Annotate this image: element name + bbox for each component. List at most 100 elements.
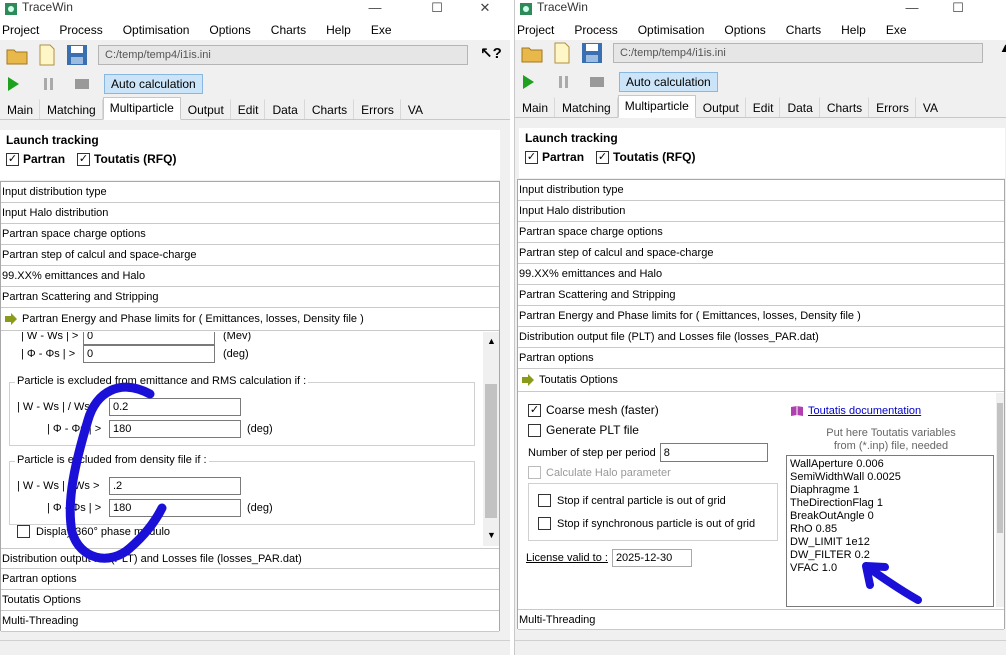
section-partran-options[interactable]: Partran options — [1, 569, 499, 590]
content-scrollbar[interactable]: ▲ ▼ — [483, 332, 499, 546]
menu-charts[interactable]: Charts — [269, 23, 314, 37]
g2-phi-field[interactable]: 180 — [109, 499, 241, 517]
menu-process[interactable]: Process — [57, 23, 110, 37]
section-space-charge[interactable]: Partran space charge options — [1, 224, 499, 245]
section-distribution-output[interactable]: Distribution output file (PLT) and Losse… — [1, 548, 499, 569]
menu-exe[interactable]: Exe — [884, 23, 915, 37]
tab-multiparticle[interactable]: Multiparticle — [102, 97, 181, 120]
tab-multiparticle[interactable]: Multiparticle — [617, 95, 696, 118]
tab-edit[interactable]: Edit — [746, 97, 781, 117]
tab-errors[interactable]: Errors — [354, 99, 401, 119]
toutatis-checkbox[interactable]: ✓ — [77, 152, 91, 166]
new-file-icon[interactable] — [34, 42, 60, 68]
section-step-calcul[interactable]: Partran step of calcul and space-charge — [1, 245, 499, 266]
generate-plt-checkbox[interactable] — [528, 423, 541, 437]
menu-exe[interactable]: Exe — [369, 23, 400, 37]
stop-icon[interactable] — [589, 74, 605, 90]
section-partran-options[interactable]: Partran options — [518, 348, 1004, 369]
menu-optimisation[interactable]: Optimisation — [636, 23, 713, 37]
toutatis-doc-link[interactable]: Toutatis documentation — [808, 405, 921, 417]
close-icon[interactable]: ✕ — [470, 0, 500, 16]
menu-optimisation[interactable]: Optimisation — [121, 23, 198, 37]
toutatis-checkbox[interactable]: ✓ — [596, 150, 610, 164]
menu-options[interactable]: Options — [722, 23, 773, 37]
tab-matching[interactable]: Matching — [555, 97, 618, 117]
play-icon[interactable] — [521, 74, 535, 90]
partran-checkbox[interactable]: ✓ — [6, 152, 19, 166]
phi-field-top[interactable]: 0 — [83, 345, 215, 363]
minimize-icon[interactable]: — — [360, 0, 390, 15]
g1-phi-field[interactable]: 180 — [109, 420, 241, 438]
minimize-icon[interactable]: — — [897, 0, 927, 15]
tab-output[interactable]: Output — [181, 99, 231, 119]
menu-help[interactable]: Help — [839, 23, 874, 37]
menu-project[interactable]: Project — [0, 23, 47, 37]
stop-central-checkbox[interactable] — [538, 494, 551, 507]
section-toutatis-options[interactable]: Toutatis Options — [518, 369, 1004, 392]
ini-path-field[interactable]: C:/temp/temp4/i1is.ini — [98, 45, 468, 65]
section-scattering[interactable]: Partran Scattering and Stripping — [518, 285, 1004, 306]
save-icon[interactable] — [579, 40, 605, 66]
tab-charts[interactable]: Charts — [820, 97, 870, 117]
pause-icon[interactable] — [557, 74, 571, 90]
tab-main[interactable]: Main — [515, 97, 556, 117]
open-folder-icon[interactable] — [519, 40, 545, 66]
context-help-icon[interactable]: ↖? — [480, 44, 502, 62]
menu-process[interactable]: Process — [572, 23, 625, 37]
tab-edit[interactable]: Edit — [231, 99, 266, 119]
steps-field[interactable]: 8 — [659, 443, 768, 462]
toutatis-variables-textarea[interactable]: WallAperture 0.006 SemiWidthWall 0.0025 … — [786, 455, 994, 607]
section-emittances-halo[interactable]: 99.XX% emittances and Halo — [1, 266, 499, 287]
display-360-checkbox[interactable] — [17, 525, 30, 538]
tab-va[interactable]: VA — [401, 99, 430, 119]
menu-options[interactable]: Options — [207, 23, 258, 37]
tab-errors[interactable]: Errors — [869, 97, 916, 117]
maximize-icon[interactable]: ☐ — [422, 0, 452, 16]
tab-main[interactable]: Main — [0, 99, 41, 119]
section-input-halo[interactable]: Input Halo distribution — [1, 203, 499, 224]
scroll-thumb[interactable] — [485, 384, 497, 518]
g1-w-field[interactable]: 0.2 — [109, 398, 241, 416]
scroll-up-icon[interactable]: ▲ — [487, 336, 496, 346]
stop-sync-checkbox[interactable] — [538, 517, 551, 530]
section-multi-threading[interactable]: Multi-Threading — [518, 609, 1004, 630]
stop-icon[interactable] — [74, 76, 90, 92]
tab-data[interactable]: Data — [265, 99, 305, 119]
scroll-thumb[interactable] — [997, 403, 1003, 533]
coarse-mesh-checkbox[interactable]: ✓ — [528, 403, 541, 417]
tab-data[interactable]: Data — [780, 97, 820, 117]
menu-charts[interactable]: Charts — [784, 23, 829, 37]
section-step-calcul[interactable]: Partran step of calcul and space-charge — [518, 243, 1004, 264]
section-distribution-output[interactable]: Distribution output file (PLT) and Losse… — [518, 327, 1004, 348]
play-icon[interactable] — [6, 76, 20, 92]
menu-project[interactable]: Project — [515, 23, 562, 37]
section-emittances-halo[interactable]: 99.XX% emittances and Halo — [518, 264, 1004, 285]
maximize-icon[interactable]: ☐ — [943, 0, 973, 16]
pause-icon[interactable] — [42, 76, 56, 92]
g2-w-field[interactable]: .2 — [109, 477, 241, 495]
section-toutatis-options[interactable]: Toutatis Options — [1, 590, 499, 611]
section-multi-threading[interactable]: Multi-Threading — [1, 611, 499, 632]
section-input-distribution[interactable]: Input distribution type — [518, 180, 1004, 201]
content-scrollbar[interactable] — [996, 393, 1004, 607]
tab-output[interactable]: Output — [696, 97, 746, 117]
section-input-distribution[interactable]: Input distribution type — [1, 182, 499, 203]
section-scattering[interactable]: Partran Scattering and Stripping — [1, 287, 499, 308]
new-file-icon[interactable] — [549, 40, 575, 66]
save-icon[interactable] — [64, 42, 90, 68]
partran-checkbox[interactable]: ✓ — [525, 150, 538, 164]
tab-va[interactable]: VA — [916, 97, 945, 117]
section-energy-phase-limits[interactable]: Partran Energy and Phase limits for ( Em… — [518, 306, 1004, 327]
section-input-halo[interactable]: Input Halo distribution — [518, 201, 1004, 222]
auto-calculation-button[interactable]: Auto calculation — [619, 72, 718, 92]
w-field-top[interactable]: 0 — [83, 332, 215, 345]
open-folder-icon[interactable] — [4, 42, 30, 68]
section-space-charge[interactable]: Partran space charge options — [518, 222, 1004, 243]
tab-charts[interactable]: Charts — [305, 99, 355, 119]
ini-path-field[interactable]: C:/temp/temp4/i1is.ini — [613, 43, 983, 63]
section-energy-phase-limits[interactable]: Partran Energy and Phase limits for ( Em… — [1, 308, 499, 331]
auto-calculation-button[interactable]: Auto calculation — [104, 74, 203, 94]
menu-help[interactable]: Help — [324, 23, 359, 37]
scroll-down-icon[interactable]: ▼ — [487, 530, 496, 540]
tab-matching[interactable]: Matching — [40, 99, 103, 119]
